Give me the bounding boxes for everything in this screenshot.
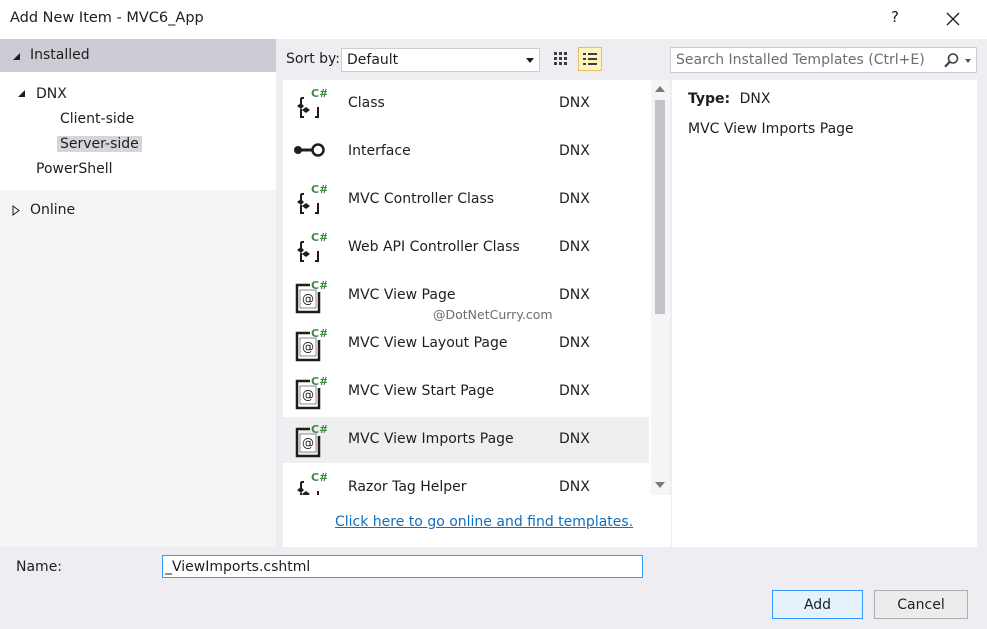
search-input[interactable]: [676, 51, 931, 69]
template-name: MVC View Layout Page: [348, 335, 508, 351]
search-box: [670, 47, 977, 73]
template-name: Class: [348, 95, 385, 111]
online-link-bar: Click here to go online and find templat…: [283, 495, 671, 547]
title-bar: Add New Item - MVC6_App ?: [0, 0, 987, 39]
expanded-triangle-icon: [18, 90, 25, 97]
close-button[interactable]: [938, 6, 968, 32]
tree-online-section: Online: [0, 190, 276, 547]
tree-node-label: DNX: [36, 86, 67, 102]
find-templates-online-link[interactable]: Click here to go online and find templat…: [335, 514, 633, 530]
scroll-up-icon[interactable]: [655, 86, 665, 92]
sort-toolbar: Sort by: Default: [277, 39, 671, 79]
template-name: MVC View Imports Page: [348, 431, 514, 447]
template-item[interactable]: C# Class DNX: [283, 81, 649, 127]
tree-node-label: PowerShell: [36, 161, 113, 177]
details-view-button[interactable]: [578, 47, 602, 71]
collapsed-triangle-icon: [12, 205, 20, 216]
search-options-chevron-icon[interactable]: [965, 59, 971, 63]
expanded-triangle-icon: [13, 53, 20, 60]
template-type: DNX: [559, 239, 590, 255]
template-type: DNX: [559, 383, 590, 399]
scroll-down-icon[interactable]: [655, 482, 665, 488]
details-type-row: Type: DNX: [688, 91, 770, 107]
template-name: MVC View Start Page: [348, 383, 495, 399]
template-type: DNX: [559, 143, 590, 159]
template-name: Interface: [348, 143, 411, 159]
template-item[interactable]: Interface DNX: [283, 129, 649, 175]
tree-node-dnx[interactable]: DNX: [0, 84, 276, 106]
csharp-class-icon: C#: [291, 86, 328, 122]
scroll-thumb[interactable]: [655, 100, 665, 314]
template-category-tree: Installed DNX Client-side Server-side Po…: [0, 39, 276, 547]
tree-body: DNX Client-side Server-side PowerShell: [0, 72, 276, 190]
tree-node-label: Online: [30, 202, 76, 218]
template-type: DNX: [559, 287, 590, 303]
razor-page-icon: C# @: [291, 374, 328, 410]
window-title: Add New Item - MVC6_App: [10, 10, 204, 26]
chevron-down-icon: [526, 58, 534, 63]
grid-view-icon: [554, 52, 567, 65]
details-type-label: Type:: [688, 91, 731, 107]
watermark: @DotNetCurry.com: [433, 307, 553, 322]
svg-text:C#: C#: [311, 231, 327, 244]
name-input[interactable]: [162, 555, 643, 578]
razor-page-icon: C# @: [291, 326, 328, 362]
tree-node-label: Installed: [30, 47, 90, 63]
cancel-button[interactable]: Cancel: [874, 590, 968, 619]
small-icons-view-button[interactable]: [549, 47, 573, 71]
list-view-icon: [583, 53, 597, 65]
tree-node-online[interactable]: Online: [0, 200, 276, 222]
tree-node-installed[interactable]: Installed: [0, 39, 276, 72]
tree-node-powershell[interactable]: PowerShell: [0, 159, 276, 181]
template-item[interactable]: C# MVC Controller Class DNX: [283, 177, 649, 223]
list-scrollbar[interactable]: [651, 80, 670, 495]
sort-value: Default: [347, 52, 399, 68]
csharp-class-icon: C#: [291, 230, 328, 266]
svg-text:@: @: [302, 340, 314, 354]
right-edge: [977, 39, 987, 547]
razor-page-icon: C# @: [291, 278, 328, 314]
template-item[interactable]: C# @ MVC View Start Page DNX: [283, 369, 649, 415]
svg-text:C#: C#: [311, 183, 327, 196]
svg-text:@: @: [302, 436, 314, 450]
sort-label: Sort by:: [286, 51, 341, 67]
svg-text:@: @: [302, 292, 314, 306]
details-description: MVC View Imports Page: [688, 121, 854, 137]
csharp-class-icon: C#: [291, 182, 328, 218]
close-icon: [946, 12, 960, 26]
svg-text:C#: C#: [311, 87, 327, 100]
tree-node-client-side[interactable]: Client-side: [0, 109, 276, 131]
svg-text:@: @: [302, 388, 314, 402]
help-button[interactable]: ?: [880, 8, 910, 30]
template-type: DNX: [559, 335, 590, 351]
template-name: Web API Controller Class: [348, 239, 520, 255]
template-item[interactable]: C# Razor Tag Helper DNX: [283, 465, 649, 495]
add-button[interactable]: Add: [772, 590, 863, 619]
template-name: MVC Controller Class: [348, 191, 495, 207]
tree-node-label: Client-side: [60, 111, 135, 127]
csharp-class-icon: C#: [291, 470, 328, 495]
template-item[interactable]: C# @ MVC View Imports Page DNX: [283, 417, 649, 463]
razor-page-icon: C# @: [291, 422, 328, 458]
template-details-pane: Type: DNX MVC View Imports Page: [672, 80, 977, 547]
template-type: DNX: [559, 431, 590, 447]
tree-node-label: Server-side: [57, 136, 142, 152]
template-item[interactable]: C# @ MVC View Layout Page DNX: [283, 321, 649, 367]
details-type-value: DNX: [739, 91, 771, 107]
interface-icon: [291, 134, 327, 170]
template-name: MVC View Page: [348, 287, 456, 303]
name-label: Name:: [16, 559, 63, 575]
template-item[interactable]: C# Web API Controller Class DNX: [283, 225, 649, 271]
sort-dropdown[interactable]: Default: [341, 48, 540, 72]
svg-text:C#: C#: [311, 471, 327, 484]
template-type: DNX: [559, 95, 590, 111]
template-type: DNX: [559, 479, 590, 495]
template-type: DNX: [559, 191, 590, 207]
tree-node-server-side[interactable]: Server-side: [0, 134, 276, 156]
template-name: Razor Tag Helper: [348, 479, 467, 495]
search-icon[interactable]: [943, 52, 960, 69]
template-list: C# Class DNX Interface DNX C# MVC Controller C…: [283, 80, 651, 495]
